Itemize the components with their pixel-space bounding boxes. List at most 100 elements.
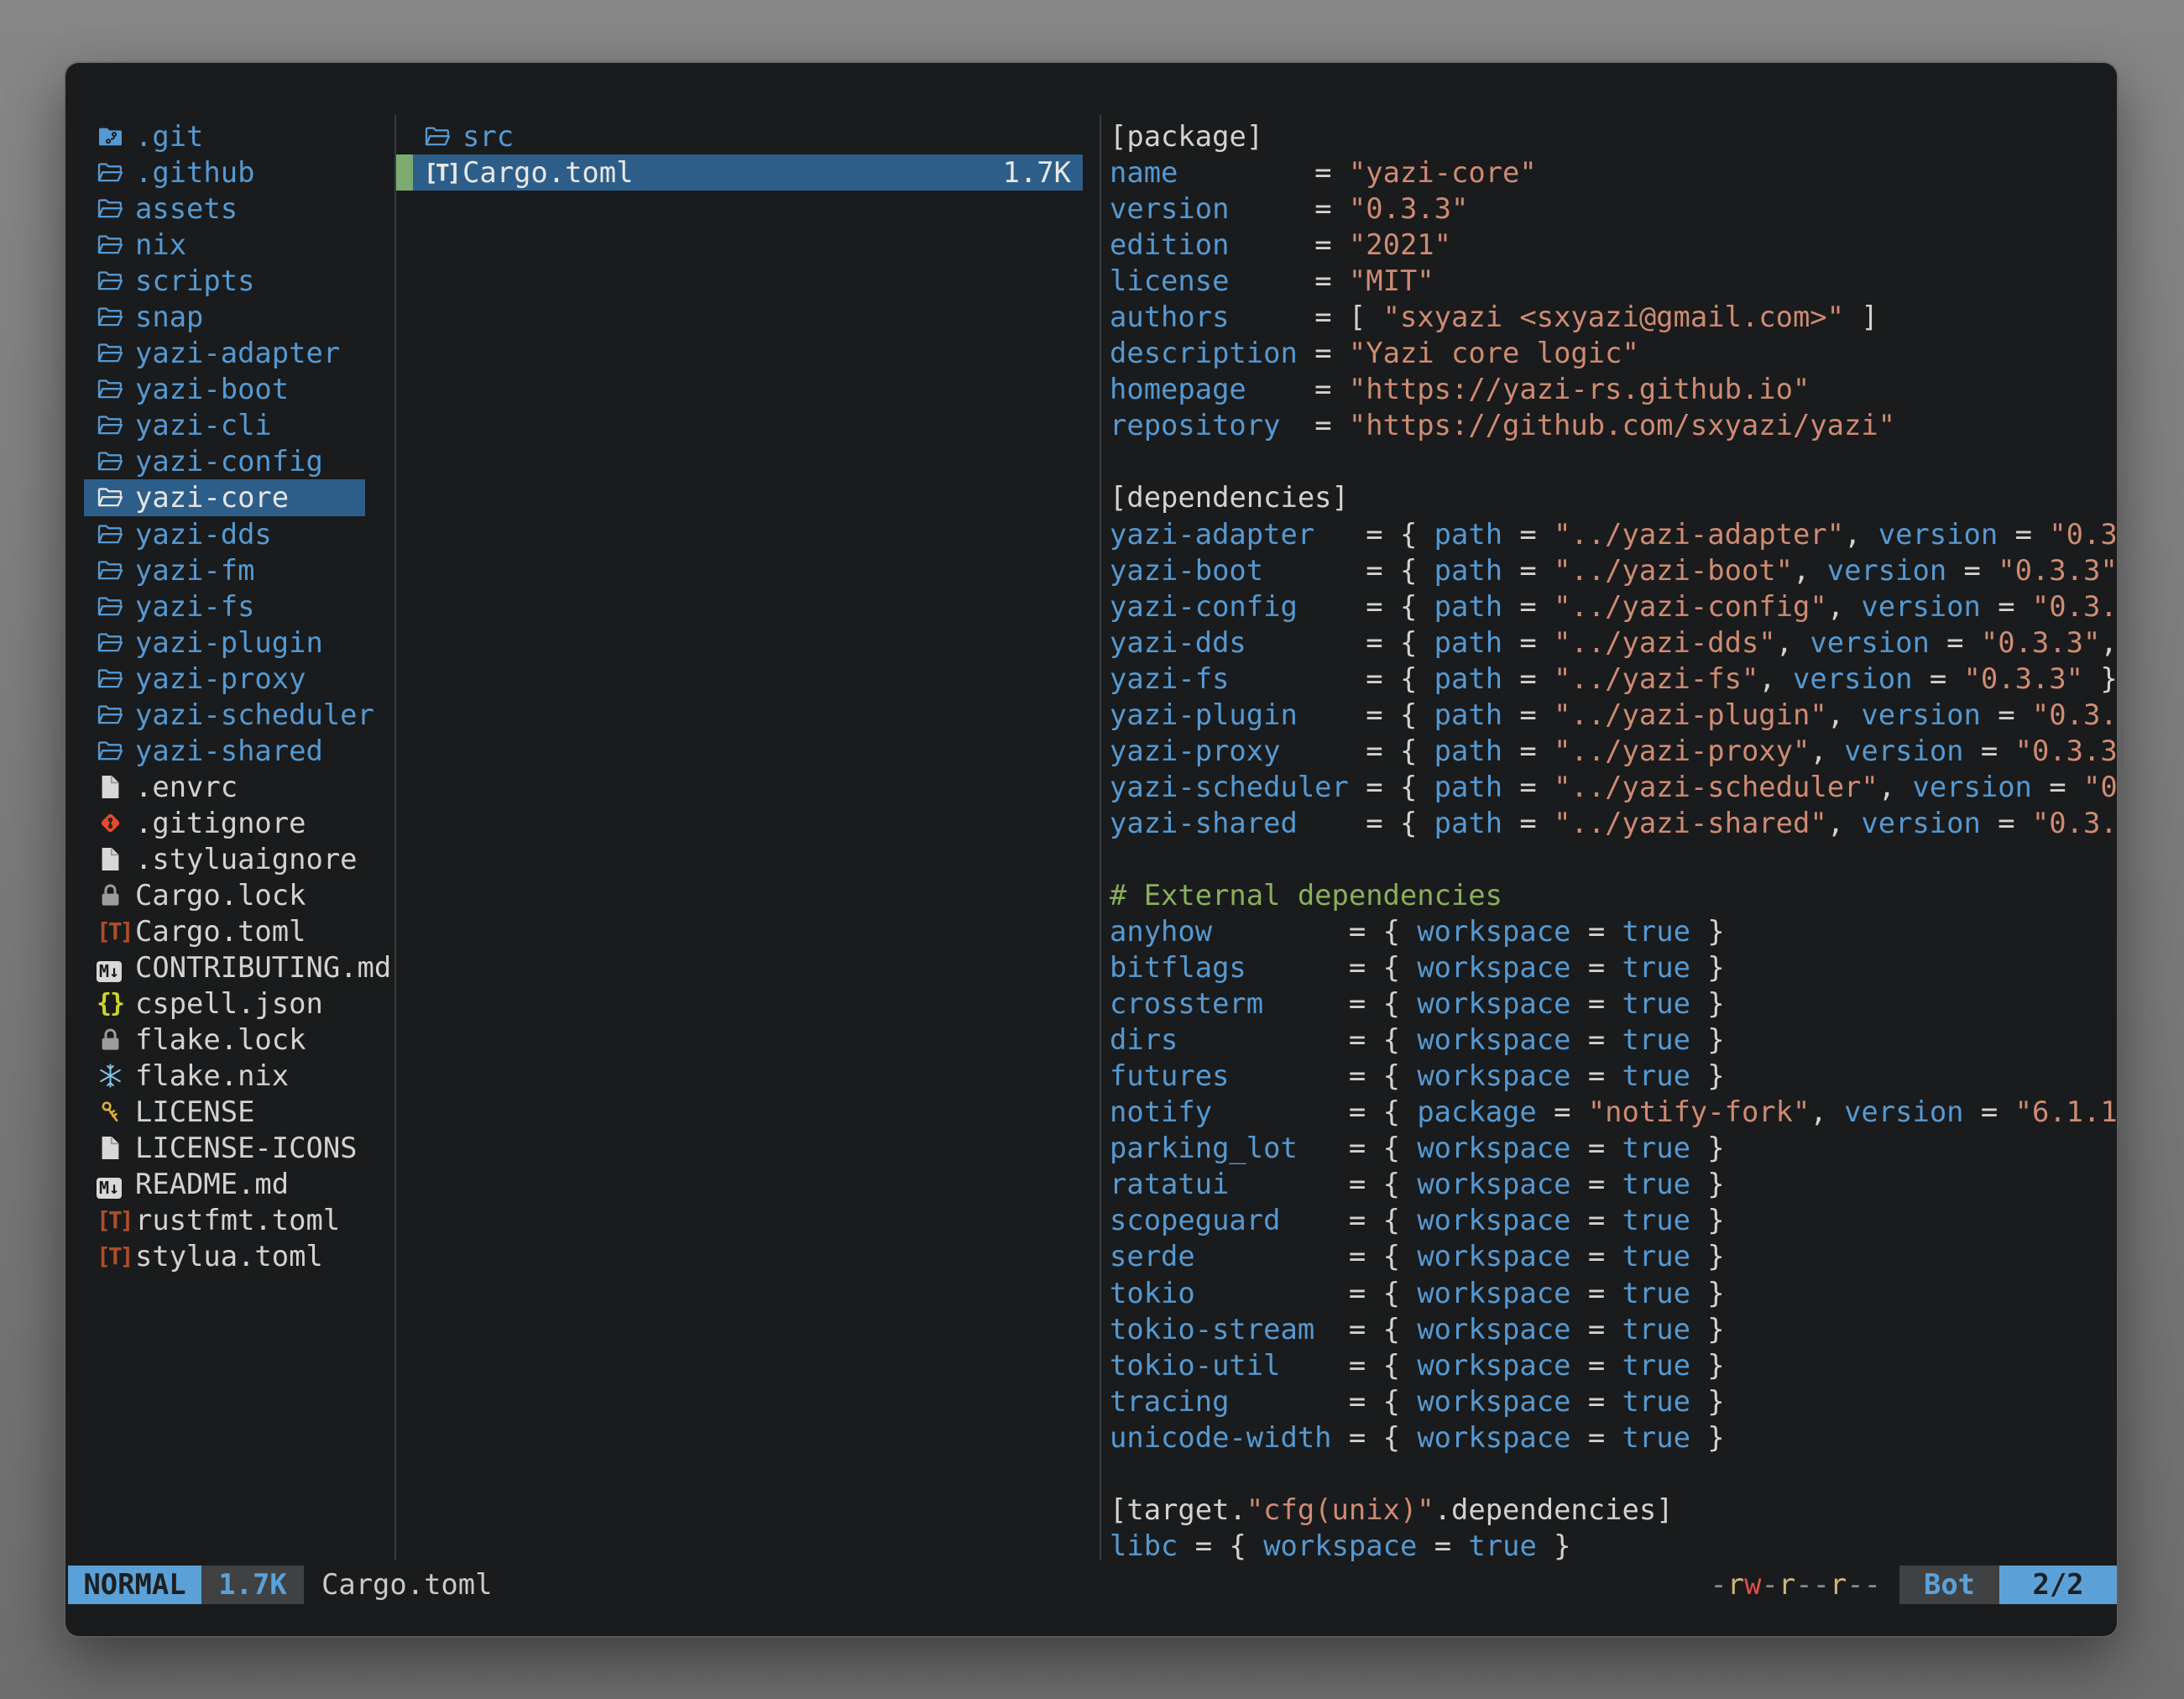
git-folder-icon [97,123,135,150]
sidebar-item-label: Cargo.lock [135,877,306,913]
file-size: 1.7K [1003,154,1083,191]
sidebar-item-label: yazi-plugin [135,625,323,661]
status-file-size: 1.7K [201,1566,304,1604]
snowflake-icon [97,1062,135,1090]
toml-icon: [T] [424,154,462,191]
folder-icon [424,123,462,150]
sidebar-item-label: stylua.toml [135,1238,323,1274]
hover-marker [396,154,413,191]
sidebar-item-label: .git [135,118,203,154]
sidebar-item[interactable]: scripts [65,263,394,299]
file-count-badge: 2/2 [1999,1566,2117,1604]
toml-icon: [T] [97,913,135,949]
sidebar-item-label: flake.lock [135,1022,306,1058]
markdown-icon: M↓ [97,949,135,985]
current-pane[interactable]: src [T]Cargo.toml 1.7K [394,118,1100,191]
sidebar-item[interactable]: Cargo.lock [65,877,394,913]
lock-icon [97,881,135,909]
git-ignore-icon [97,809,135,837]
pane-divider [394,115,396,1560]
sidebar-item-label: nix [135,227,186,263]
mode-badge: NORMAL [68,1566,201,1604]
sidebar-item[interactable]: yazi-plugin [65,625,394,661]
sidebar-item-label: yazi-proxy [135,661,306,697]
sidebar-item-label: .styluaignore [135,841,358,877]
sidebar-item[interactable]: assets [65,191,394,227]
preview-pane[interactable]: [package]name = "yazi-core"version = "0.… [1100,118,2117,1562]
sidebar-item-label: yazi-scheduler [135,697,374,733]
folder-icon [97,701,135,729]
sidebar-item-label: yazi-adapter [135,335,340,371]
sidebar-item[interactable]: LICENSE [65,1094,394,1130]
sidebar-item[interactable]: .gitignore [65,805,394,841]
sidebar-item[interactable]: .git [65,118,394,154]
sidebar-item[interactable]: [T]stylua.toml [65,1238,394,1274]
sidebar-item-label: yazi-fs [135,588,254,625]
sidebar-item-label: yazi-cli [135,407,272,443]
yazi-window: .git .github assets nix scripts snap yaz… [65,63,2117,1636]
json-icon: {} [97,985,135,1022]
sidebar-item-label: yazi-config [135,443,323,479]
sidebar-item-label: README.md [135,1166,289,1202]
sidebar-item-label: yazi-shared [135,733,323,769]
preview-lines: [package]name = "yazi-core"version = "0.… [1100,118,2117,1562]
folder-icon [97,231,135,259]
sidebar-item-label: flake.nix [135,1058,289,1094]
sidebar-item-label: scripts [135,263,254,299]
sidebar-item[interactable]: M↓README.md [65,1166,394,1202]
sidebar-item[interactable]: yazi-dds [65,516,394,552]
toml-icon: [T] [97,1238,135,1274]
sidebar-item[interactable]: M↓CONTRIBUTING.md [65,949,394,985]
sidebar-item[interactable]: yazi-config [65,443,394,479]
sidebar-item-label: rustfmt.toml [135,1202,340,1238]
sidebar-item-label: LICENSE [135,1094,254,1130]
sidebar-item[interactable]: yazi-fm [65,552,394,588]
sidebar-item[interactable]: .github [65,154,394,191]
sidebar-item-label: .github [135,154,254,191]
folder-icon [97,195,135,222]
scroll-position-badge: Bot [1899,1566,1999,1604]
sidebar-item[interactable]: snap [65,299,394,335]
file-permissions: -rw-r--r-- [1710,1566,1881,1604]
folder-icon [97,303,135,331]
sidebar-item-label: LICENSE-ICONS [135,1130,358,1166]
sidebar-item[interactable]: yazi-shared [65,733,394,769]
toml-icon: [T] [97,1202,135,1238]
sidebar-item-label: CONTRIBUTING.md [135,949,391,985]
folder-icon [97,629,135,656]
sidebar-item[interactable]: .envrc [65,769,394,805]
folder-icon [97,339,135,367]
sidebar-item[interactable]: flake.lock [65,1022,394,1058]
sidebar-item-label: yazi-core [135,479,289,515]
folder-icon [97,557,135,584]
file-icon [97,845,135,873]
sidebar-item[interactable]: yazi-fs [65,588,394,625]
file-row-selected[interactable]: [T]Cargo.toml 1.7K [396,154,1083,191]
sidebar-item[interactable]: yazi-adapter [65,335,394,371]
sidebar-item[interactable]: [T]Cargo.toml [65,913,394,949]
sidebar-item-label: .gitignore [135,805,306,841]
sidebar-item[interactable]: yazi-scheduler [65,697,394,733]
sidebar-item[interactable]: yazi-proxy [65,661,394,697]
sidebar-item[interactable]: .styluaignore [65,841,394,877]
status-filename: Cargo.toml [321,1566,492,1604]
sidebar-item[interactable]: yazi-cli [65,407,394,443]
file-row-src[interactable]: src [394,118,1100,154]
sidebar-item[interactable]: nix [65,227,394,263]
sidebar-item[interactable]: [T]rustfmt.toml [65,1202,394,1238]
file-icon [97,773,135,801]
sidebar-item[interactable]: flake.nix [65,1058,394,1094]
folder-icon [97,267,135,295]
markdown-icon: M↓ [97,1166,135,1202]
folder-icon [97,411,135,439]
sidebar-item-label: assets [135,191,238,227]
parent-pane[interactable]: .git .github assets nix scripts snap yaz… [65,118,394,1275]
sidebar-item[interactable]: LICENSE-ICONS [65,1130,394,1166]
sidebar-item-selected[interactable]: yazi-core [84,479,365,515]
sidebar-item[interactable]: {}cspell.json [65,985,394,1022]
sidebar-item-label: yazi-boot [135,371,289,407]
sidebar-item-label: snap [135,299,203,335]
file-label: Cargo.toml [462,154,633,191]
folder-icon [97,375,135,403]
sidebar-item[interactable]: yazi-boot [65,371,394,407]
